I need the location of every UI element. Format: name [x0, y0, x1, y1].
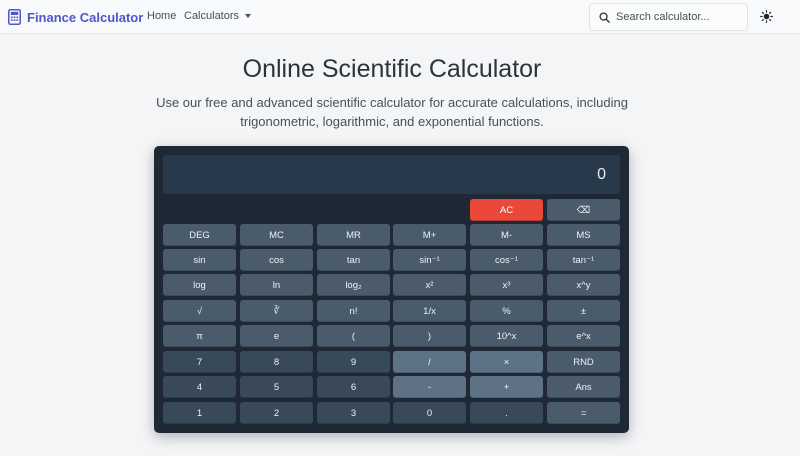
- sin-button[interactable]: sin: [163, 249, 236, 271]
- log-button[interactable]: log: [163, 274, 236, 296]
- power-button[interactable]: x^y: [547, 274, 620, 296]
- clear-all-button[interactable]: AC: [470, 199, 543, 221]
- backspace-button[interactable]: ⌫: [547, 199, 620, 221]
- memory-add-button[interactable]: M+: [393, 224, 466, 246]
- chevron-down-icon: [245, 14, 252, 18]
- random-button[interactable]: RND: [547, 351, 620, 373]
- arctan-button[interactable]: tan⁻¹: [547, 249, 620, 271]
- multiply-button[interactable]: ×: [470, 351, 543, 373]
- log2-button[interactable]: log₂: [317, 274, 390, 296]
- search-icon: [599, 11, 610, 23]
- digit-2-button[interactable]: 2: [240, 402, 313, 424]
- reciprocal-button[interactable]: 1/x: [393, 300, 466, 322]
- arccos-button[interactable]: cos⁻¹: [470, 249, 543, 271]
- open-paren-button[interactable]: (: [317, 325, 390, 347]
- page-subtitle: Use our free and advanced scientific cal…: [156, 95, 628, 129]
- navbar: Finance Calculator Home Calculators: [0, 0, 800, 34]
- cube-button[interactable]: x³: [470, 274, 543, 296]
- square-root-button[interactable]: √: [163, 300, 236, 322]
- memory-subtract-button[interactable]: M-: [470, 224, 543, 246]
- memory-recall-button[interactable]: MR: [317, 224, 390, 246]
- digit-7-button[interactable]: 7: [163, 351, 236, 373]
- plus-button[interactable]: +: [470, 376, 543, 398]
- euler-button[interactable]: e: [240, 325, 313, 347]
- search-box: [589, 3, 748, 31]
- square-button[interactable]: x²: [393, 274, 466, 296]
- cube-root-button[interactable]: ∛: [240, 300, 313, 322]
- sign-toggle-button[interactable]: ±: [547, 300, 620, 322]
- pi-button[interactable]: π: [163, 325, 236, 347]
- digit-8-button[interactable]: 8: [240, 351, 313, 373]
- calculator: 0 AC ⌫ DEG MC MR M+ M- MS sin cos tan sin⁻¹ cos⁻¹ t…: [154, 146, 629, 433]
- search-input[interactable]: [616, 11, 746, 23]
- memory-clear-button[interactable]: MC: [240, 224, 313, 246]
- digit-4-button[interactable]: 4: [163, 376, 236, 398]
- arcsin-button[interactable]: sin⁻¹: [393, 249, 466, 271]
- sun-icon[interactable]: [760, 10, 773, 23]
- calculator-icon: [8, 9, 21, 25]
- exp-button[interactable]: e^x: [547, 325, 620, 347]
- nav-calculators-label: Calculators: [184, 10, 240, 22]
- answer-button[interactable]: Ans: [547, 376, 620, 398]
- equals-button[interactable]: =: [547, 402, 620, 424]
- close-paren-button[interactable]: ): [393, 325, 466, 347]
- calculator-display: 0: [163, 155, 620, 194]
- nav-calculators-dropdown[interactable]: Calculators: [184, 10, 252, 22]
- digit-0-button[interactable]: 0: [393, 402, 466, 424]
- brand-name: Finance Calculator: [27, 9, 144, 25]
- brand-link[interactable]: Finance Calculator: [8, 8, 143, 26]
- digit-9-button[interactable]: 9: [317, 351, 390, 373]
- digit-1-button[interactable]: 1: [163, 402, 236, 424]
- minus-button[interactable]: -: [393, 376, 466, 398]
- digit-3-button[interactable]: 3: [317, 402, 390, 424]
- deg-mode-button[interactable]: DEG: [163, 224, 236, 246]
- tan-button[interactable]: tan: [317, 249, 390, 271]
- digit-5-button[interactable]: 5: [240, 376, 313, 398]
- divide-button[interactable]: /: [393, 351, 466, 373]
- nav-home-link[interactable]: Home: [147, 10, 176, 22]
- cos-button[interactable]: cos: [240, 249, 313, 271]
- factorial-button[interactable]: n!: [317, 300, 390, 322]
- nav-home-label: Home: [147, 10, 177, 22]
- page-title: Online Scientific Calculator: [242, 55, 542, 83]
- percent-button[interactable]: %: [470, 300, 543, 322]
- ten-power-button[interactable]: 10^x: [470, 325, 543, 347]
- decimal-button[interactable]: .: [470, 402, 543, 424]
- memory-store-button[interactable]: MS: [547, 224, 620, 246]
- digit-6-button[interactable]: 6: [317, 376, 390, 398]
- ln-button[interactable]: ln: [240, 274, 313, 296]
